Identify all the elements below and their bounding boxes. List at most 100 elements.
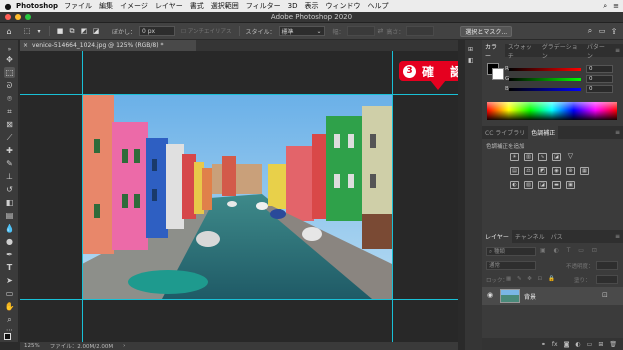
tab-paths[interactable]: パス <box>548 230 566 243</box>
brush-tool-icon[interactable]: ✎ <box>4 158 15 169</box>
menu-filter[interactable]: フィルター <box>246 1 281 11</box>
foreground-color-swatch[interactable] <box>4 333 11 340</box>
swap-icon[interactable]: ⇄ <box>378 27 384 35</box>
lasso-tool-icon[interactable]: ᘐ <box>4 80 15 91</box>
menu-3d[interactable]: 3D <box>288 2 298 10</box>
b-slider[interactable] <box>509 88 581 91</box>
type-tool-icon[interactable]: T <box>4 262 15 273</box>
curves-icon[interactable]: ∿ <box>538 153 547 161</box>
zoom-tool-icon[interactable]: ⌕ <box>4 314 15 325</box>
blur-tool-icon[interactable]: 💧 <box>4 223 15 234</box>
tab-pattern[interactable]: パターン <box>584 44 612 60</box>
trash-icon[interactable]: 🗑 <box>609 341 617 348</box>
document-tab[interactable]: × venice-514664_1024.jpg @ 125% (RGB/8) … <box>20 40 196 51</box>
zoom-level[interactable]: 125% <box>24 343 40 349</box>
menu-image[interactable]: イメージ <box>120 1 148 11</box>
levels-icon[interactable]: ▥ <box>524 153 533 161</box>
menu-select[interactable]: 選択範囲 <box>211 1 239 11</box>
lock-icons[interactable]: ▦ ✎ ✥ ⊡ 🔒 <box>506 276 557 282</box>
frame-tool-icon[interactable]: ⊠ <box>4 119 15 130</box>
move-tool-icon[interactable]: ✥ <box>4 54 15 65</box>
shape-tool-icon[interactable]: ▭ <box>4 288 15 299</box>
file-size[interactable]: ファイル：2.00M/2.00M <box>50 342 113 350</box>
fill-input[interactable] <box>596 275 618 284</box>
crop-tool-icon[interactable]: ⌗ <box>4 106 15 117</box>
exposure-icon[interactable]: ◪ <box>552 153 561 161</box>
history-icon[interactable]: ⊞ <box>468 46 473 53</box>
menu-window[interactable]: ウィンドウ <box>325 1 360 11</box>
new-selection-icon[interactable]: ■ <box>54 25 66 37</box>
style-select[interactable]: 標準 ⌄ <box>278 26 325 36</box>
marquee-tool-icon[interactable]: ⬚ <box>4 67 15 78</box>
blend-mode-select[interactable]: 通常 <box>486 261 536 270</box>
apple-icon[interactable]: ● <box>0 2 16 11</box>
menu-view[interactable]: 表示 <box>304 1 318 11</box>
gradient-map-icon[interactable]: ▬ <box>552 181 561 189</box>
search-icon[interactable]: ⌕ <box>584 25 596 37</box>
hue-sat-icon[interactable]: ▤ <box>510 167 519 175</box>
new-group-icon[interactable]: ▭ <box>587 341 593 348</box>
panel-menu-icon[interactable]: ≡ <box>612 126 623 139</box>
link-layers-icon[interactable]: ⚭ <box>541 341 546 348</box>
g-value[interactable]: 0 <box>586 75 613 83</box>
search-icon[interactable]: ⌕ <box>603 2 607 11</box>
pen-tool-icon[interactable]: ✒ <box>4 249 15 260</box>
r-value[interactable]: 0 <box>586 65 613 73</box>
layer-name[interactable]: 背景 <box>524 292 536 301</box>
hand-tool-icon[interactable]: ✋ <box>4 301 15 312</box>
feather-input[interactable]: 0 px <box>139 26 176 36</box>
invert-icon[interactable]: ◐ <box>510 181 519 189</box>
close-tab-icon[interactable]: × <box>23 42 28 49</box>
opacity-input[interactable] <box>596 261 618 270</box>
add-selection-icon[interactable]: ⧉ <box>66 25 78 37</box>
eraser-tool-icon[interactable]: ◧ <box>4 197 15 208</box>
eyedropper-tool-icon[interactable]: ⟋ <box>4 132 15 143</box>
color-balance-icon[interactable]: ⚖ <box>524 167 533 175</box>
vibrance-icon[interactable]: ▽ <box>566 153 575 161</box>
panel-menu-icon[interactable]: ≡ <box>612 44 623 57</box>
chevron-down-icon[interactable]: ▾ <box>33 25 45 37</box>
intersect-selection-icon[interactable]: ◪ <box>90 25 102 37</box>
channel-mixer-icon[interactable]: ⊕ <box>566 167 575 175</box>
panel-menu-icon[interactable]: ≡ <box>612 230 623 243</box>
menu-layer[interactable]: レイヤー <box>155 1 183 11</box>
quick-select-tool-icon[interactable]: ⌾ <box>4 93 15 104</box>
history-brush-icon[interactable]: ↺ <box>4 184 15 195</box>
menu-type[interactable]: 書式 <box>190 1 204 11</box>
venice-photo[interactable] <box>82 94 392 299</box>
guide-vertical-left[interactable] <box>82 51 83 342</box>
tab-adjustments[interactable]: 色調補正 <box>528 126 559 139</box>
guide-vertical-right[interactable] <box>392 51 393 342</box>
healing-tool-icon[interactable]: ✚ <box>4 145 15 156</box>
menu-app[interactable]: Photoshop <box>16 2 58 10</box>
dodge-tool-icon[interactable]: ● <box>4 236 15 247</box>
path-select-tool-icon[interactable]: ➤ <box>4 275 15 286</box>
properties-icon[interactable]: ◧ <box>468 57 474 64</box>
home-icon[interactable]: ⌂ <box>3 25 15 37</box>
height-input[interactable] <box>406 26 435 36</box>
chevron-right-icon[interactable]: › <box>123 343 125 349</box>
color-lookup-icon[interactable]: ▦ <box>580 167 589 175</box>
gradient-tool-icon[interactable]: ▤ <box>4 210 15 221</box>
threshold-icon[interactable]: ◪ <box>538 181 547 189</box>
tab-cc-libraries[interactable]: CC ライブラリ <box>482 126 528 139</box>
brightness-icon[interactable]: ☀ <box>510 153 519 161</box>
antialias-checkbox[interactable]: ☐ アンチエイリアス <box>181 27 231 35</box>
photo-filter-icon[interactable]: ◉ <box>552 167 561 175</box>
workspace-icon[interactable]: ▭ <box>596 25 608 37</box>
rect-marquee-icon[interactable]: ⬚ <box>21 25 33 37</box>
g-slider[interactable] <box>509 78 581 81</box>
tab-swatches[interactable]: スウォッチ <box>505 44 539 60</box>
tab-gradient[interactable]: グラデーション <box>539 44 584 60</box>
new-layer-icon[interactable]: ⊞ <box>598 341 603 348</box>
tab-layers[interactable]: レイヤー <box>482 230 512 243</box>
select-and-mask-button[interactable]: 選択とマスク... <box>460 25 513 37</box>
layer-style-icon[interactable]: fx <box>552 341 558 348</box>
posterize-icon[interactable]: ▧ <box>524 181 533 189</box>
menu-edit[interactable]: 編集 <box>99 1 113 11</box>
tab-color[interactable]: カラー <box>482 44 505 60</box>
layer-kind-filter[interactable]: ⌕ 種類 <box>486 247 536 256</box>
subtract-selection-icon[interactable]: ◩ <box>78 25 90 37</box>
color-spectrum[interactable] <box>487 102 617 120</box>
selective-color-icon[interactable]: ▣ <box>566 181 575 189</box>
